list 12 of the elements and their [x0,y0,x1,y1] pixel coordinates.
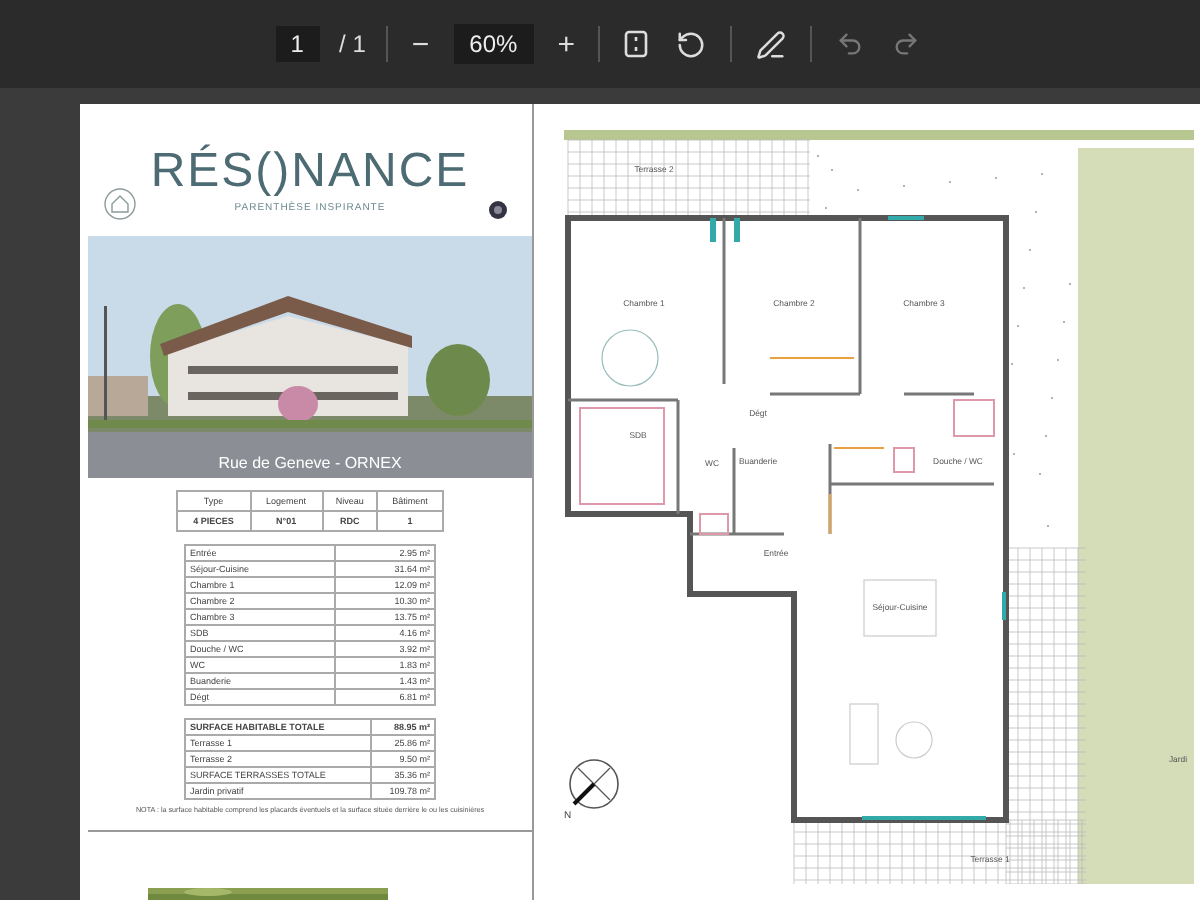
flower-logo-icon [488,200,508,221]
zoom-out-button[interactable]: − [407,23,434,65]
fit-page-icon[interactable] [620,26,653,62]
house-logo-icon [104,188,136,221]
brand-title: RÉS()NANCE [150,148,470,196]
zoom-in-button[interactable]: + [553,23,579,65]
photo-caption: Rue de Geneve - ORNEX [216,454,404,473]
page-number-field[interactable]: 1 [275,26,320,62]
draw-icon[interactable] [752,25,791,63]
compass-icon [569,759,619,809]
zoom-level[interactable]: 60% [453,24,534,64]
page-count: / 1 [339,30,366,58]
